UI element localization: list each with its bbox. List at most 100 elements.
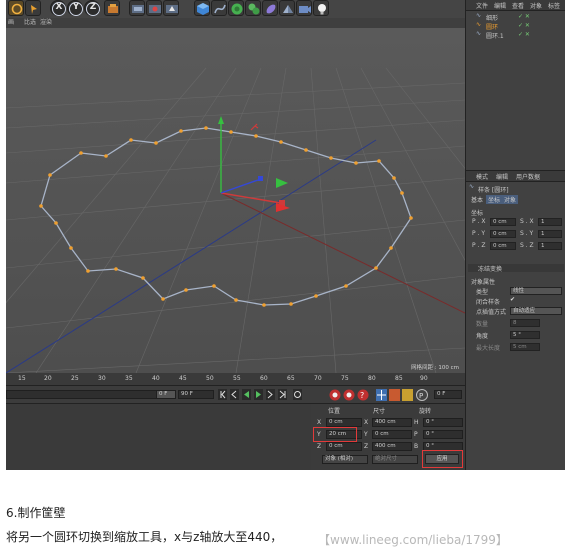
end-frame-field[interactable]: 90 F	[178, 390, 214, 399]
spline-icon: ∿	[469, 183, 475, 190]
size-y-field[interactable]: 0 cm	[372, 430, 412, 439]
frame-range-slider[interactable]	[6, 390, 176, 399]
playback-controls[interactable]	[218, 389, 328, 401]
spline-icon: ∿	[476, 30, 482, 37]
coordinate-system-icon[interactable]	[104, 0, 120, 16]
deformer-icon[interactable]	[262, 0, 278, 16]
max-length-label: 最大长度	[476, 345, 501, 352]
x-axis-label: X	[55, 2, 63, 12]
y-axis-toggle[interactable]: Y	[67, 0, 83, 16]
start-frame-field[interactable]: 0 F	[156, 390, 176, 399]
angle-field[interactable]: 5 °	[510, 331, 540, 339]
tab-basic[interactable]: 基本	[471, 195, 483, 204]
object-flags[interactable]: ✓ ✕	[518, 31, 530, 38]
count-field[interactable]: 8	[510, 319, 540, 327]
scale-y-field[interactable]: 1	[538, 230, 562, 238]
menu-item-1[interactable]: 比选	[24, 18, 36, 28]
right-sidebar: 文件 编辑 查看 对象 标签 ∿ 细形 ✓ ✕ ∿ 圆环 ✓ ✕ ∿ 圆环.1 …	[465, 0, 565, 470]
tick-label: 60	[260, 375, 268, 382]
pos-y-field[interactable]: 0 cm	[490, 230, 516, 238]
angle-label: 角度	[476, 333, 489, 340]
spline-icon: ∿	[476, 12, 482, 19]
scale-z-field[interactable]: 1	[538, 242, 562, 250]
coordinate-mode-select[interactable]: 对象 (相对)	[322, 455, 368, 464]
tick-label: 15	[18, 375, 26, 382]
attributes-menu: 模式 编辑 用户数据	[466, 170, 565, 182]
tick-label: 90	[420, 375, 428, 382]
pos-z-field[interactable]: 0 cm	[490, 242, 516, 250]
article-body: 将另一个圆环切换到缩放工具，x与z轴放大至440，	[6, 530, 283, 544]
interpolation-label: 点插值方式	[476, 309, 507, 316]
size-mode-select[interactable]: 绝对尺寸	[372, 455, 418, 464]
attr-object-title: 样条 [圆环]	[478, 187, 509, 194]
size-z-field[interactable]: 400 cm	[372, 442, 412, 451]
render-settings-icon[interactable]	[163, 0, 179, 16]
object-props-header: 对象属性	[471, 279, 496, 286]
transport-bar: 90 F 0 F ? P 0 F	[6, 386, 465, 403]
tick-label: 85	[395, 375, 403, 382]
spline-icon: ∿	[476, 21, 482, 28]
z-axis-label: Z	[89, 2, 97, 12]
om-menu-file[interactable]: 文件	[476, 1, 488, 10]
subdivision-icon[interactable]	[228, 0, 244, 16]
x-axis-toggle[interactable]: X	[50, 0, 66, 16]
pos-z-label: P . Z	[472, 242, 486, 249]
key-record-buttons[interactable]: ? P	[328, 388, 438, 402]
pos-x-field[interactable]: 0 cm	[490, 218, 516, 226]
perspective-viewport[interactable]: 网格间距 : 100 cm	[6, 28, 465, 373]
object-row[interactable]: ∿ 圆环 ✓ ✕	[468, 21, 564, 31]
type-select[interactable]: 线性	[510, 287, 562, 295]
interpolation-select[interactable]: 自动适应	[510, 307, 562, 315]
tab-coordinates[interactable]: 坐标	[486, 195, 503, 204]
count-label: 数量	[476, 321, 489, 328]
object-row[interactable]: ∿ 圆环.1 ✓ ✕	[468, 30, 564, 40]
object-flags[interactable]: ✓ ✕	[518, 22, 530, 29]
attr-menu-mode[interactable]: 模式	[476, 172, 488, 181]
position-x-field[interactable]: 0 cm	[326, 418, 362, 427]
scene-icon[interactable]	[279, 0, 295, 16]
render-region-icon[interactable]	[146, 0, 162, 16]
cube-icon[interactable]	[194, 0, 210, 16]
light-icon[interactable]	[313, 0, 329, 16]
menu-item-0[interactable]: 画	[8, 18, 14, 28]
rotate-tool-icon[interactable]	[8, 0, 24, 16]
size-header: 尺寸	[373, 408, 386, 415]
max-length-field[interactable]: 5 cm	[510, 343, 540, 351]
size-x-field[interactable]: 400 cm	[372, 418, 412, 427]
freeze-transform-header[interactable]: 冻结变换	[468, 264, 564, 273]
position-z-field[interactable]: 0 cm	[326, 442, 362, 451]
om-menu-object[interactable]: 对象	[530, 1, 542, 10]
pen-spline-icon[interactable]	[211, 0, 227, 16]
tick-label: 35	[125, 375, 133, 382]
render-view-icon[interactable]	[129, 0, 145, 16]
om-menu-view[interactable]: 查看	[512, 1, 524, 10]
rotation-h-field[interactable]: 0 °	[423, 418, 463, 427]
object-flags[interactable]: ✓ ✕	[518, 13, 530, 20]
scale-x-label: S . X	[520, 218, 534, 225]
attr-menu-userdata[interactable]: 用户数据	[516, 172, 540, 181]
menu-item-2[interactable]: 渲染	[40, 18, 52, 28]
rotation-h-label: H	[414, 419, 419, 426]
tick-label: 50	[206, 375, 214, 382]
array-icon[interactable]	[245, 0, 261, 16]
om-menu-edit[interactable]: 编辑	[494, 1, 506, 10]
object-row[interactable]: ∿ 细形 ✓ ✕	[468, 12, 564, 22]
closed-spline-checkbox[interactable]: ✔	[510, 296, 515, 303]
rotation-p-label: P	[414, 431, 418, 438]
scale-x-field[interactable]: 1	[538, 218, 562, 226]
om-menu-tags[interactable]: 标签	[548, 1, 560, 10]
object-name: 圆环.1	[486, 33, 504, 40]
size-x-label: X	[364, 419, 369, 426]
viewport-menu: 画 比选 渲染	[6, 18, 465, 28]
closed-spline-label: 闭合样条	[476, 299, 501, 306]
move-tool-icon[interactable]	[25, 0, 41, 16]
watermark: 【www.lineeg.com/lieba/1799】	[318, 533, 508, 547]
timeline-ruler[interactable]: 15 20 25 30 35 40 45 50 55 60 65 70 75 8…	[6, 373, 465, 386]
current-frame-field[interactable]: 0 F	[434, 390, 462, 399]
attr-menu-edit[interactable]: 编辑	[496, 172, 508, 181]
size-y-label: Y	[364, 431, 368, 438]
z-axis-toggle[interactable]: Z	[84, 0, 100, 16]
tab-object[interactable]: 对象	[502, 195, 519, 204]
rotation-p-field[interactable]: 0 °	[423, 430, 463, 439]
camera-icon[interactable]	[296, 0, 312, 16]
